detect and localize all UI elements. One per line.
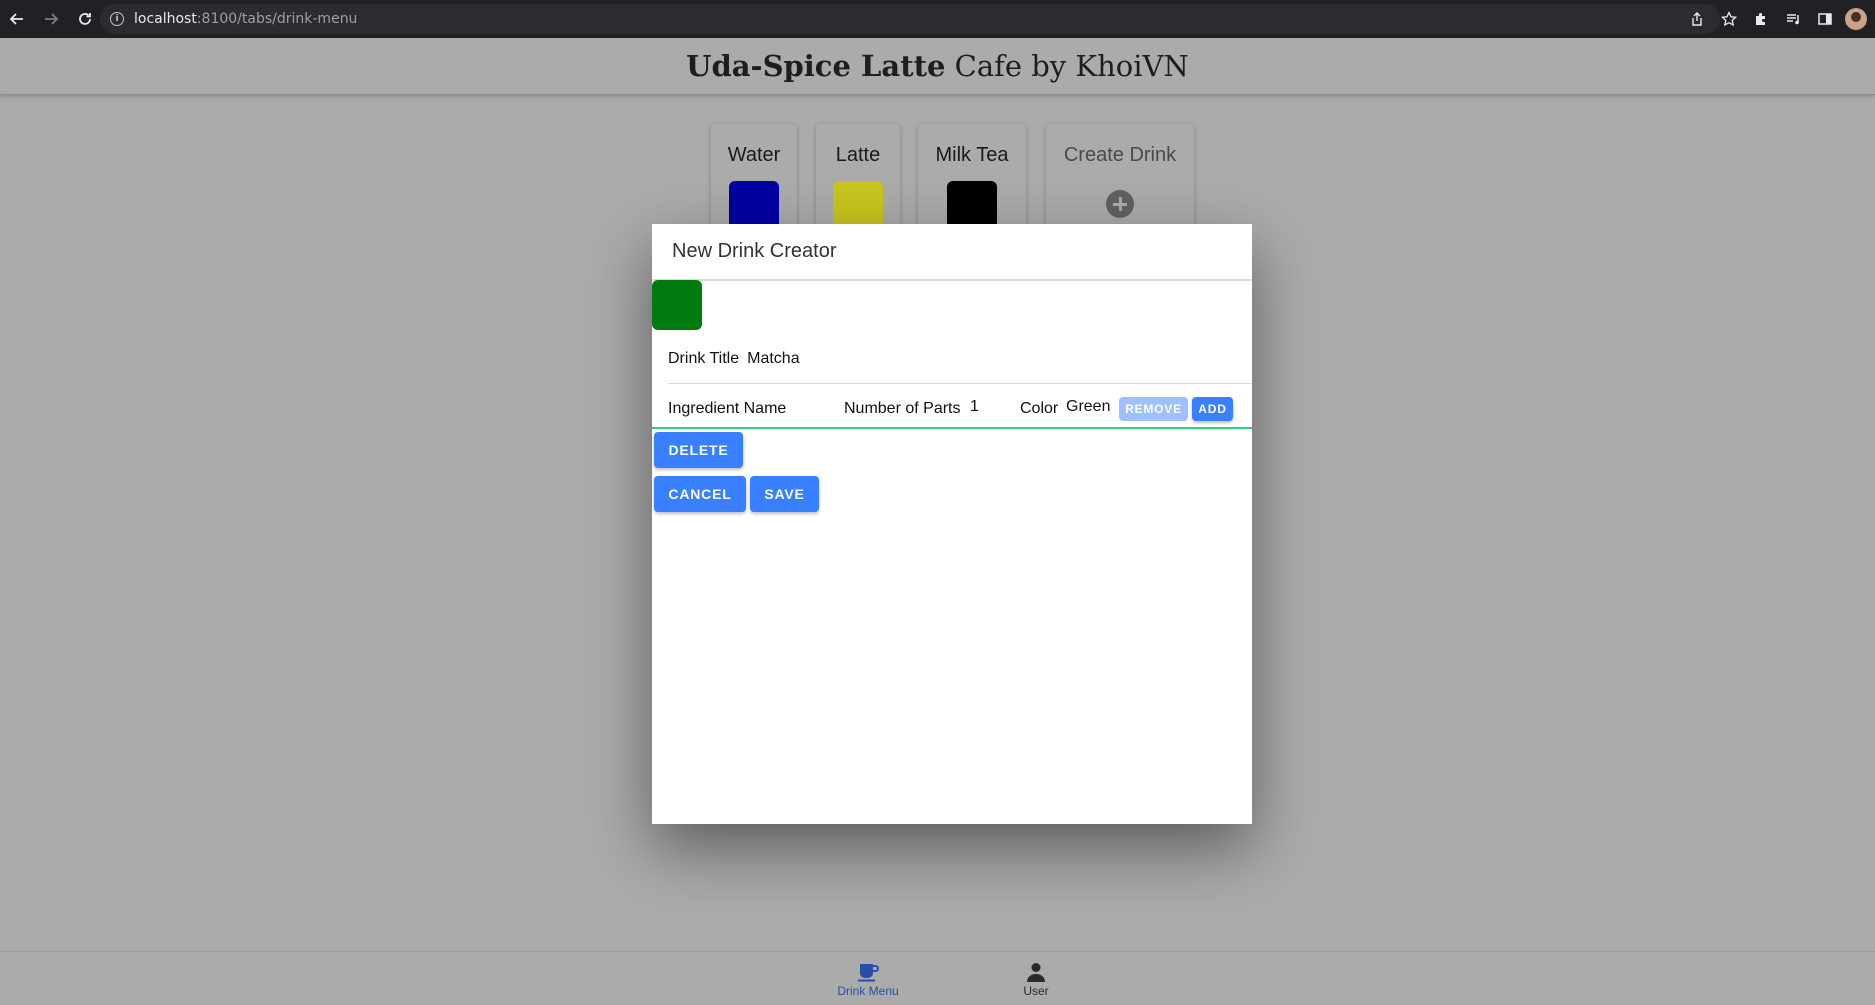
share-icon: [1692, 12, 1702, 26]
drink-title-input[interactable]: Matcha: [747, 350, 799, 368]
drink-card-title: Latte: [835, 144, 881, 166]
side-panel-button[interactable]: [1809, 0, 1841, 38]
info-icon: i: [110, 12, 124, 26]
modal-title: New Drink Creator: [672, 240, 837, 262]
drink-color-preview: [652, 280, 702, 330]
tab-user[interactable]: User: [986, 962, 1086, 998]
arrow-right-icon: [45, 13, 59, 25]
new-drink-modal: New Drink Creator Drink Title Matcha Ing…: [652, 224, 1252, 824]
address-bar[interactable]: i localhost:8100/tabs/drink-menu: [100, 4, 1720, 34]
forward-button[interactable]: [34, 0, 68, 38]
app-title: Uda-Spice Latte Cafe by KhoiVN: [686, 49, 1189, 83]
arrow-left-icon: [9, 13, 23, 25]
queue-music-icon: [1787, 14, 1799, 25]
tab-drink-menu[interactable]: Drink Menu: [818, 962, 918, 998]
drink-card-title: Milk Tea: [935, 144, 1009, 166]
save-button[interactable]: SAVE: [750, 476, 819, 512]
share-button[interactable]: [1681, 0, 1713, 38]
delete-button[interactable]: DELETE: [654, 432, 743, 468]
media-button[interactable]: [1777, 0, 1809, 38]
side-panel-icon: [1818, 13, 1832, 25]
back-button[interactable]: [0, 0, 34, 38]
reload-button[interactable]: [68, 0, 102, 38]
profile-avatar[interactable]: [1845, 8, 1867, 30]
browser-toolbar: i localhost:8100/tabs/drink-menu: [0, 0, 1875, 38]
app-header: Uda-Spice Latte Cafe by KhoiVN: [0, 38, 1875, 95]
remove-ingredient-button[interactable]: REMOVE: [1119, 397, 1188, 421]
reload-icon: [79, 13, 91, 25]
drink-title-label: Drink Title: [668, 349, 740, 367]
drink-title-row: Drink Title Matcha: [668, 334, 1252, 384]
url-text: localhost:8100/tabs/drink-menu: [134, 11, 358, 27]
puzzle-icon: [1756, 13, 1765, 25]
number-of-parts-label: Number of Parts: [844, 400, 961, 417]
cafe-icon: [858, 964, 879, 982]
drink-card-title: Water: [727, 144, 781, 166]
person-icon: [1027, 963, 1045, 982]
cancel-button[interactable]: CANCEL: [654, 476, 746, 512]
create-drink-title: Create Drink: [1063, 144, 1177, 166]
drink-card-latte[interactable]: Latte: [816, 124, 900, 234]
modal-header: New Drink Creator: [652, 224, 1252, 281]
drink-card-water[interactable]: Water: [711, 124, 797, 234]
drink-card-milk-tea[interactable]: Milk Tea: [918, 124, 1026, 234]
plus-circle-icon: [1106, 190, 1134, 218]
tab-label: User: [1023, 984, 1049, 998]
bottom-tab-bar: Drink Menu User: [0, 951, 1875, 1005]
bookmark-button[interactable]: [1713, 0, 1745, 38]
number-of-parts-input[interactable]: 1: [970, 398, 979, 416]
create-drink-card[interactable]: Create Drink: [1046, 124, 1194, 234]
color-input[interactable]: Green: [1066, 398, 1110, 416]
ingredient-name-label: Ingredient Name: [668, 400, 787, 417]
ingredient-row: Ingredient Name Number of Parts 1 Color …: [652, 385, 1252, 429]
tab-label: Drink Menu: [837, 984, 899, 998]
color-label: Color: [1020, 400, 1059, 417]
add-ingredient-button[interactable]: ADD: [1192, 397, 1233, 421]
extensions-button[interactable]: [1745, 0, 1777, 38]
star-icon: [1721, 11, 1737, 27]
